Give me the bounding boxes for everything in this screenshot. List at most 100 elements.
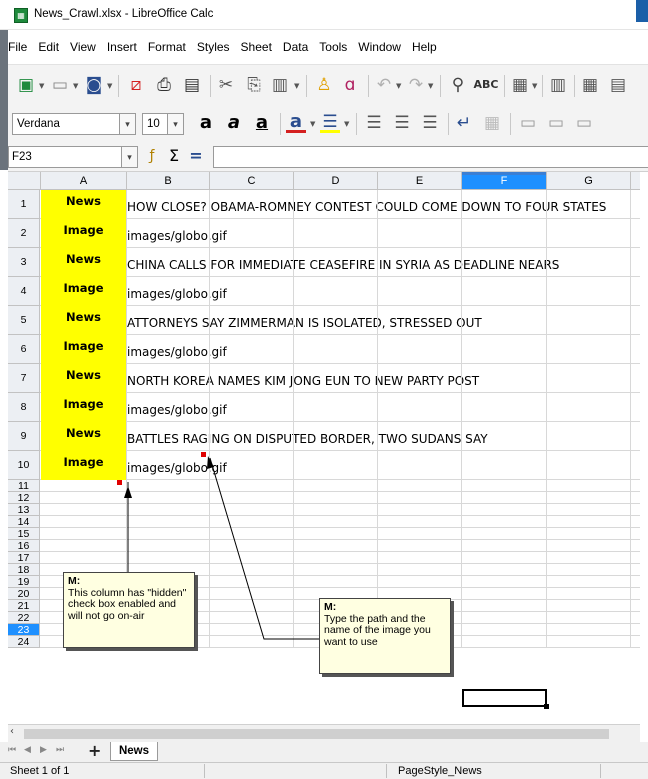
align-left-icon[interactable]: ☰ bbox=[364, 113, 384, 133]
formula-icon[interactable]: = bbox=[186, 146, 206, 166]
cut-icon[interactable]: ✂ bbox=[216, 75, 236, 95]
copy-icon[interactable]: ⎘ bbox=[244, 75, 264, 95]
menu-edit[interactable]: Edit bbox=[38, 38, 59, 58]
italic-icon[interactable]: a bbox=[224, 113, 244, 133]
underline-icon[interactable]: a bbox=[252, 113, 272, 133]
print-icon[interactable]: ⎙ bbox=[154, 75, 174, 95]
align-bottom-icon[interactable]: ▭ bbox=[574, 113, 594, 133]
comment-box-column-b[interactable]: M: Type the path and the name of the ima… bbox=[319, 598, 451, 674]
cell-a1[interactable]: News bbox=[41, 190, 126, 219]
wrap-text-icon[interactable]: ↵ bbox=[454, 113, 474, 133]
chevron-down-icon[interactable]: ▾ bbox=[167, 114, 183, 134]
menu-insert[interactable]: Insert bbox=[107, 38, 137, 58]
export-pdf-icon[interactable]: ⧄ bbox=[126, 75, 146, 95]
row-header-12[interactable]: 12 bbox=[8, 492, 40, 504]
paste-dropdown-icon[interactable]: ▼ bbox=[294, 82, 299, 90]
row-header-19[interactable]: 19 bbox=[8, 576, 40, 588]
name-box[interactable]: F23 ▾ bbox=[8, 146, 138, 168]
cell-b6[interactable]: images/globo.gif bbox=[127, 345, 637, 364]
sheet-tab-news[interactable]: News bbox=[110, 742, 158, 761]
undo-dropdown-icon[interactable]: ▼ bbox=[396, 82, 401, 90]
column-header-b[interactable]: B bbox=[127, 172, 210, 190]
open-icon[interactable]: ▭ bbox=[50, 75, 70, 95]
font-color-icon[interactable]: a bbox=[286, 111, 306, 133]
align-middle-icon[interactable]: ▭ bbox=[546, 113, 566, 133]
comment-indicator-b9[interactable] bbox=[201, 452, 206, 457]
cell-a9[interactable]: News bbox=[41, 422, 126, 451]
fill-handle[interactable] bbox=[544, 704, 549, 709]
cell-b4[interactable]: images/globo.gif bbox=[127, 287, 637, 306]
menu-format[interactable]: Format bbox=[148, 38, 186, 58]
menu-styles[interactable]: Styles bbox=[197, 38, 230, 58]
row-header-10[interactable]: 10 bbox=[8, 451, 40, 480]
spreadsheet-grid[interactable]: A B C D E F G 1 HOW CLOSE? OBAMA-ROMNEY C… bbox=[8, 172, 640, 724]
row-header-13[interactable]: 13 bbox=[8, 504, 40, 516]
menu-view[interactable]: View bbox=[70, 38, 96, 58]
cell-b7[interactable]: NORTH KOREA NAMES KIM JONG EUN TO NEW PA… bbox=[127, 374, 637, 393]
row-header-5[interactable]: 5 bbox=[8, 306, 40, 335]
scrollbar-thumb[interactable] bbox=[24, 729, 609, 739]
row-header-6[interactable]: 6 bbox=[8, 335, 40, 364]
row-header-8[interactable]: 8 bbox=[8, 393, 40, 422]
row-header-22[interactable]: 22 bbox=[8, 612, 40, 624]
column-icon[interactable]: ▥ bbox=[548, 75, 568, 95]
cell-b2[interactable]: images/globo.gif bbox=[127, 229, 637, 248]
cell-a4[interactable]: Image bbox=[41, 277, 126, 306]
align-top-icon[interactable]: ▭ bbox=[518, 113, 538, 133]
first-sheet-icon[interactable]: ⏮ bbox=[8, 745, 16, 755]
bold-icon[interactable]: a bbox=[196, 113, 216, 133]
cell-b8[interactable]: images/globo.gif bbox=[127, 403, 637, 422]
menu-sheet[interactable]: Sheet bbox=[241, 38, 272, 58]
print-preview-icon[interactable]: ▤ bbox=[182, 75, 202, 95]
selected-cell-f23[interactable] bbox=[462, 689, 547, 707]
column-header-c[interactable]: C bbox=[210, 172, 294, 190]
cell-a7[interactable]: News bbox=[41, 364, 126, 393]
cell-a10[interactable]: Image bbox=[41, 451, 126, 480]
align-center-icon[interactable]: ☰ bbox=[392, 113, 412, 133]
cell-b10[interactable]: images/globo.gif bbox=[127, 461, 637, 480]
cell-b3[interactable]: CHINA CALLS FOR IMMEDIATE CEASEFIRE IN S… bbox=[127, 258, 637, 277]
row-header-7[interactable]: 7 bbox=[8, 364, 40, 393]
row-header-14[interactable]: 14 bbox=[8, 516, 40, 528]
row-header-1[interactable]: 1 bbox=[8, 190, 40, 219]
font-size-select[interactable]: 10 ▾ bbox=[142, 113, 184, 135]
merge-cells-icon[interactable]: ▦ bbox=[482, 113, 502, 133]
column-header-a[interactable]: A bbox=[41, 172, 127, 190]
insert-table-icon[interactable]: ▤ bbox=[608, 75, 628, 95]
column-header-e[interactable]: E bbox=[378, 172, 462, 190]
cell-a6[interactable]: Image bbox=[41, 335, 126, 364]
row-header-3[interactable]: 3 bbox=[8, 248, 40, 277]
highlight-dropdown-icon[interactable]: ▼ bbox=[344, 120, 349, 128]
last-sheet-icon[interactable]: ⏭ bbox=[56, 745, 64, 755]
undo-icon[interactable]: ↶ bbox=[374, 75, 394, 95]
row-dropdown-icon[interactable]: ▼ bbox=[532, 82, 537, 90]
cell-b9[interactable]: BATTLES RAGING ON DISPUTED BORDER, TWO S… bbox=[127, 432, 637, 451]
cell-a3[interactable]: News bbox=[41, 248, 126, 277]
formula-input[interactable] bbox=[213, 146, 648, 168]
row-header-9[interactable]: 9 bbox=[8, 422, 40, 451]
chevron-down-icon[interactable]: ▾ bbox=[119, 114, 135, 134]
row-header-16[interactable]: 16 bbox=[8, 540, 40, 552]
find-replace-icon[interactable]: ⚲ bbox=[448, 75, 468, 95]
row-header-2[interactable]: 2 bbox=[8, 219, 40, 248]
cell-a2[interactable]: Image bbox=[41, 219, 126, 248]
redo-icon[interactable]: ↷ bbox=[406, 75, 426, 95]
sum-icon[interactable]: Σ bbox=[164, 146, 184, 166]
column-header-g[interactable]: G bbox=[547, 172, 631, 190]
spellcheck-icon[interactable]: ABC bbox=[474, 75, 499, 95]
row-header-20[interactable]: 20 bbox=[8, 588, 40, 600]
select-all-corner[interactable] bbox=[8, 172, 41, 190]
chevron-down-icon[interactable]: ▾ bbox=[121, 147, 137, 167]
function-wizard-icon[interactable]: ƒ bbox=[142, 146, 162, 166]
row-header-15[interactable]: 15 bbox=[8, 528, 40, 540]
comment-box-column-a[interactable]: M: This column has "hidden" check box en… bbox=[63, 572, 195, 648]
add-sheet-icon[interactable]: + bbox=[88, 741, 101, 760]
font-name-select[interactable]: Verdana ▾ bbox=[12, 113, 136, 135]
paste-icon[interactable]: ▥ bbox=[270, 75, 290, 95]
row-header-11[interactable]: 11 bbox=[8, 480, 40, 492]
row-header-18[interactable]: 18 bbox=[8, 564, 40, 576]
column-header-f[interactable]: F bbox=[462, 172, 547, 190]
menu-tools[interactable]: Tools bbox=[319, 38, 347, 58]
insert-chart-icon[interactable]: ▦ bbox=[580, 75, 600, 95]
menu-file[interactable]: File bbox=[8, 38, 27, 58]
